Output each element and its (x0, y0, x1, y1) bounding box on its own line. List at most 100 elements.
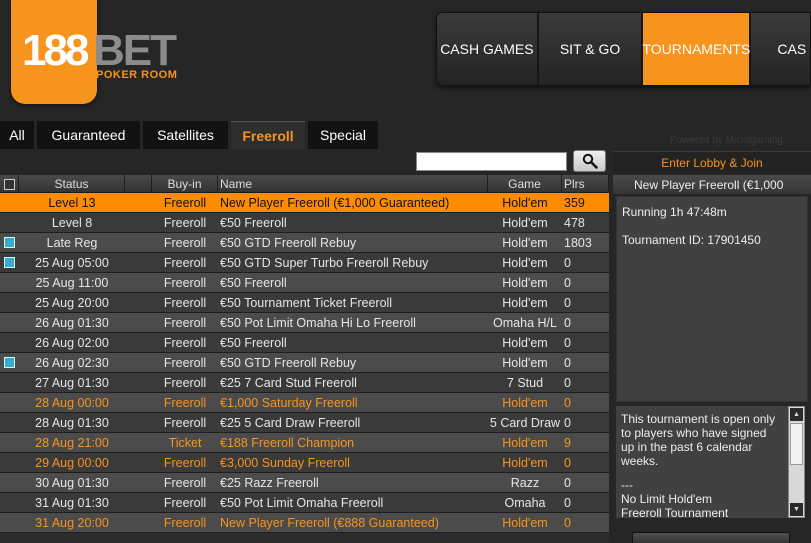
table-row[interactable]: 26 Aug 02:30 Freeroll €50 GTD Freeroll Reb… (0, 353, 609, 373)
tab-freeroll[interactable]: Freeroll (231, 121, 305, 149)
row-game: Hold'em (502, 435, 548, 450)
row-buyin: Freeroll (163, 335, 207, 350)
row-icon-cell (0, 257, 19, 268)
row-status: 26 Aug 02:30 (35, 355, 109, 370)
table-row[interactable]: 25 Aug 20:00 Freeroll €50 Tournament Ticke… (0, 293, 609, 313)
running-time: Running 1h 47:48m (622, 205, 727, 219)
row-name: €50 Freeroll (220, 335, 287, 350)
nav-tournaments[interactable]: TOURNAMENTS (642, 13, 752, 85)
table-row[interactable]: Late Reg Freeroll €50 GTD Freeroll Rebuy Ho… (0, 233, 609, 253)
row-plrs: 0 (564, 255, 571, 270)
row-buyin: Freeroll (163, 355, 207, 370)
row-name: €50 Pot Limit Omaha Freeroll (220, 495, 384, 510)
late-reg-icon (4, 237, 15, 248)
table-row[interactable]: 25 Aug 05:00 Freeroll €50 GTD Super Turbo … (0, 253, 609, 273)
row-status: 25 Aug 20:00 (35, 295, 109, 310)
table-row[interactable]: 27 Aug 01:30 Freeroll €25 7 Card Stud Free… (0, 373, 609, 393)
table-row[interactable]: 28 Aug 00:00 Freeroll €1,000 Saturday Free… (0, 393, 609, 413)
row-buyin: Freeroll (163, 235, 207, 250)
row-game: Hold'em (502, 455, 548, 470)
row-status: Level 13 (48, 195, 96, 210)
row-game: 5 Card Draw (489, 415, 561, 430)
tab-special[interactable]: Special (308, 121, 378, 149)
scroll-thumb[interactable] (790, 423, 803, 465)
row-game: Razz (510, 475, 540, 490)
selected-tournament-title: New Player Freeroll (€1,000 (613, 175, 811, 194)
row-name: €50 Freeroll (220, 275, 287, 290)
table-row[interactable]: 25 Aug 11:00 Freeroll €50 Freeroll Hold'em 0 (0, 273, 609, 293)
header-plrs[interactable]: Plrs (562, 175, 609, 193)
tournament-description: This tournament is open only to players … (616, 406, 788, 518)
row-status: 28 Aug 21:00 (35, 435, 109, 450)
row-status: 31 Aug 20:00 (35, 515, 109, 530)
nav-sit-and-go[interactable]: SIT & GO (538, 13, 644, 85)
row-name: New Player Freeroll (€888 Guaranteed) (220, 515, 439, 530)
scroll-up-icon[interactable]: ▲ (790, 408, 803, 421)
enter-lobby-join-button[interactable]: Enter Lobby & Join (613, 151, 811, 173)
table-row[interactable]: Level 13 Freeroll New Player Freeroll (€1,… (0, 193, 609, 213)
row-status: 30 Aug 01:30 (35, 475, 109, 490)
tab-guaranteed[interactable]: Guaranteed (37, 121, 140, 149)
row-game: Hold'em (502, 215, 548, 230)
row-buyin: Ticket (168, 435, 202, 450)
row-icon-cell (0, 237, 19, 248)
nav-casino[interactable]: CAS (751, 13, 810, 85)
table-row[interactable]: 30 Aug 01:30 Freeroll €25 Razz Freeroll Raz… (0, 473, 609, 493)
tournament-info-panel: Running 1h 47:48m Tournament ID: 1790145… (616, 196, 808, 402)
header-game[interactable]: Game (488, 175, 562, 193)
row-status: 29 Aug 00:00 (35, 455, 109, 470)
header-buyin[interactable]: Buy-in (152, 175, 218, 193)
row-buyin: Freeroll (163, 255, 207, 270)
search-input[interactable] (416, 152, 567, 171)
description-type: Freeroll Tournament (621, 506, 729, 518)
register-button[interactable] (632, 532, 790, 543)
row-game: Omaha (504, 495, 546, 510)
row-buyin: Freeroll (163, 455, 207, 470)
row-status: 25 Aug 05:00 (35, 255, 109, 270)
description-text: This tournament is open only to players … (621, 412, 776, 468)
row-plrs: 359 (564, 195, 585, 210)
row-plrs: 0 (564, 355, 571, 370)
row-plrs: 0 (564, 375, 571, 390)
table-row[interactable]: 28 Aug 21:00 Ticket €188 Freeroll Champion… (0, 433, 609, 453)
row-name: €50 Tournament Ticket Freeroll (220, 295, 393, 310)
row-game: Omaha H/L (493, 315, 557, 330)
header-icon-col[interactable] (0, 175, 19, 193)
table-row[interactable]: 31 Aug 01:30 Freeroll €50 Pot Limit Omaha … (0, 493, 609, 513)
search-button[interactable] (573, 150, 606, 172)
row-name: €25 5 Card Draw Freeroll (220, 415, 361, 430)
logo-sub: POKER ROOM (96, 69, 178, 81)
row-plrs: 1803 (564, 235, 592, 250)
header-status[interactable]: Status (19, 175, 125, 193)
row-buyin: Freeroll (163, 215, 207, 230)
table-row[interactable]: 28 Aug 01:30 Freeroll €25 5 Card Draw Free… (0, 413, 609, 433)
table-row[interactable]: Level 8 Freeroll €50 Freeroll Hold'em 478 (0, 213, 609, 233)
row-status: Level 8 (51, 215, 93, 230)
row-buyin: Freeroll (163, 195, 207, 210)
table-row[interactable]: 31 Aug 20:00 Freeroll New Player Freeroll … (0, 513, 609, 533)
table-row[interactable]: 29 Aug 00:00 Freeroll €3,000 Sunday Freero… (0, 453, 609, 473)
row-game: Hold'em (502, 355, 548, 370)
row-game: Hold'em (502, 295, 548, 310)
row-plrs: 9 (564, 435, 571, 450)
table-row[interactable]: 26 Aug 02:00 Freeroll €50 Freeroll Hold'em 0 (0, 333, 609, 353)
row-plrs: 478 (564, 215, 585, 230)
nav-cash-games[interactable]: CASH GAMES (437, 13, 539, 85)
table-header: Status Buy-in Name Game Plrs (0, 175, 609, 193)
row-game: Hold'em (502, 275, 548, 290)
row-status: 26 Aug 01:30 (35, 315, 109, 330)
row-plrs: 0 (564, 515, 571, 530)
search-icon (582, 153, 598, 169)
tab-all[interactable]: All (0, 121, 34, 149)
table-row[interactable]: 26 Aug 01:30 Freeroll €50 Pot Limit Omaha … (0, 313, 609, 333)
tab-satellites[interactable]: Satellites (143, 121, 228, 149)
row-name: €50 GTD Freeroll Rebuy (220, 235, 357, 250)
row-name: €50 Freeroll (220, 215, 287, 230)
row-name: €50 Pot Limit Omaha Hi Lo Freeroll (220, 315, 416, 330)
row-name: €25 Razz Freeroll (220, 475, 319, 490)
description-scrollbar[interactable]: ▲ ▼ (788, 406, 805, 518)
row-plrs: 0 (564, 415, 571, 430)
row-buyin: Freeroll (163, 515, 207, 530)
scroll-down-icon[interactable]: ▼ (790, 503, 803, 516)
header-name[interactable]: Name (218, 175, 488, 193)
